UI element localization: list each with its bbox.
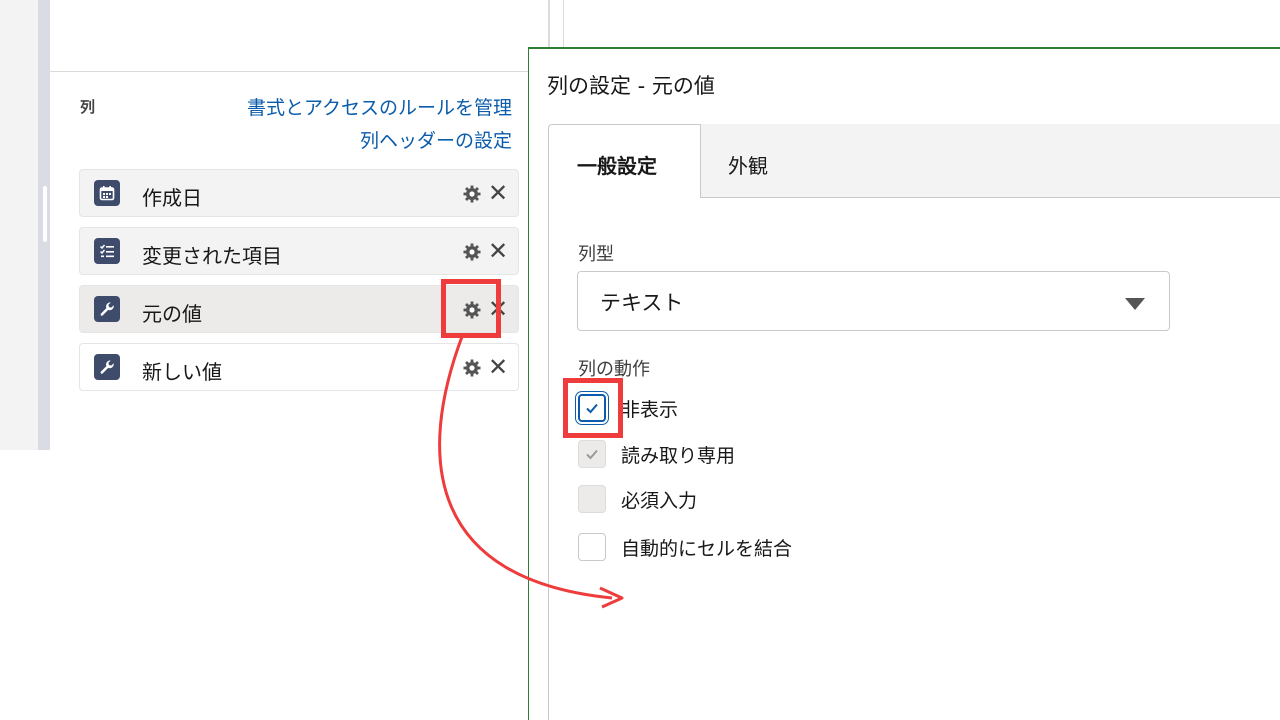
column-header-settings-link[interactable]: 列ヘッダーの設定 <box>360 126 512 153</box>
column-item-changed-field[interactable]: 変更された項目 ✕ <box>79 227 519 275</box>
required-checkbox <box>578 485 606 513</box>
column-item-label: 元の値 <box>142 302 202 326</box>
checkmark-icon <box>586 449 598 460</box>
wrench-icon <box>94 354 120 380</box>
close-icon[interactable]: ✕ <box>488 352 508 382</box>
gear-icon[interactable] <box>462 358 482 378</box>
column-item-label: 変更された項目 <box>142 244 282 268</box>
tab-panel <box>548 124 1280 720</box>
close-icon[interactable]: ✕ <box>488 236 508 266</box>
tab-separator <box>700 124 701 198</box>
column-item-label: 作成日 <box>142 186 202 210</box>
column-item-created-date[interactable]: 作成日 ✕ <box>79 169 519 217</box>
column-type-select[interactable]: テキスト <box>577 271 1170 331</box>
calendar-icon <box>94 180 120 206</box>
close-icon[interactable]: ✕ <box>488 178 508 208</box>
column-item-label: 新しい値 <box>142 360 222 384</box>
highlight-hidden-checkbox-box <box>563 378 623 438</box>
left-gutter <box>0 0 38 450</box>
tab-appearance[interactable]: 外観 <box>728 150 768 179</box>
columns-heading: 列 <box>80 98 96 116</box>
background-divider <box>563 0 564 48</box>
column-type-label: 列型 <box>578 244 614 265</box>
tab-bar-inactive-area <box>701 124 1280 198</box>
dialog-title: 列の設定 - 元の値 <box>547 74 715 98</box>
manage-format-access-rules-link[interactable]: 書式とアクセスのルールを管理 <box>247 93 512 120</box>
read-only-checkbox-label: 読み取り専用 <box>621 445 736 467</box>
auto-merge-cells-checkbox-label: 自動的にセルを結合 <box>621 538 793 560</box>
column-type-value: テキスト <box>600 291 684 315</box>
highlight-gear-box <box>441 279 501 338</box>
gear-icon[interactable] <box>462 184 482 204</box>
tab-general-settings[interactable]: 一般設定 <box>577 150 657 179</box>
auto-merge-cells-checkbox[interactable] <box>578 533 606 561</box>
chevron-down-icon <box>1125 298 1145 310</box>
read-only-checkbox <box>578 440 606 468</box>
wrench-icon <box>94 296 120 322</box>
gear-icon[interactable] <box>462 242 482 262</box>
checklist-icon <box>94 238 120 264</box>
required-checkbox-label: 必須入力 <box>621 490 698 512</box>
column-item-new-value[interactable]: 新しい値 ✕ <box>79 343 519 391</box>
resize-handle[interactable] <box>43 186 47 242</box>
hidden-checkbox-label: 非表示 <box>621 399 679 421</box>
panel-divider <box>50 71 530 72</box>
